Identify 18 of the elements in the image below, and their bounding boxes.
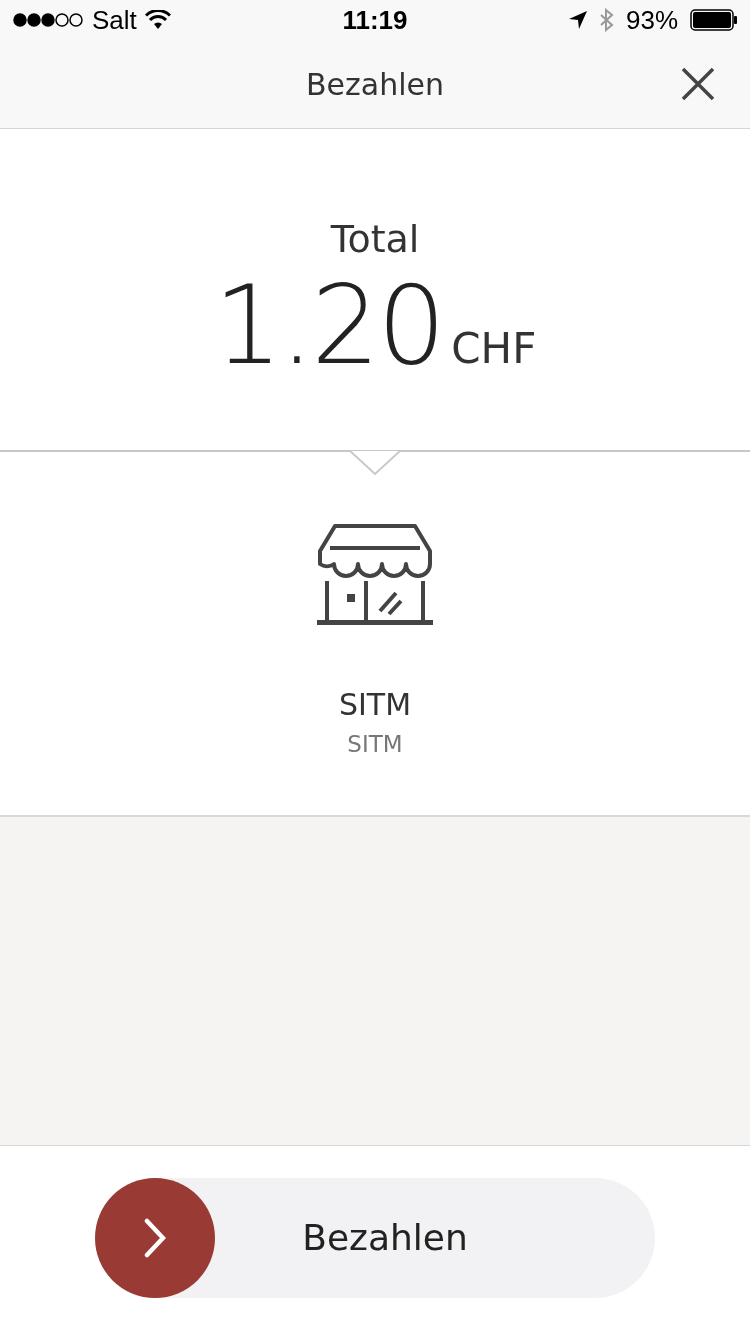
wifi-icon [144, 10, 171, 30]
battery-icon [690, 9, 738, 31]
location-arrow-icon [567, 10, 588, 30]
total-amount: 1.20 [213, 271, 444, 380]
page-title: Bezahlen [306, 65, 444, 104]
signal-icon [12, 12, 84, 28]
chevron-right-icon [144, 1218, 166, 1258]
merchant-name: SITM [338, 686, 412, 724]
slider-label: Bezahlen [302, 1216, 468, 1260]
clock-time: 11:19 [342, 3, 408, 37]
currency-label: CHF [451, 327, 537, 370]
battery-percent: 93% [625, 3, 678, 37]
pay-slider[interactable]: Bezahlen [95, 1178, 655, 1298]
store-icon [317, 524, 433, 626]
bluetooth-icon [599, 8, 614, 32]
carrier-name: Salt [92, 3, 137, 37]
total-label: Total [330, 219, 420, 258]
merchant-subtitle: SITM [347, 730, 403, 759]
